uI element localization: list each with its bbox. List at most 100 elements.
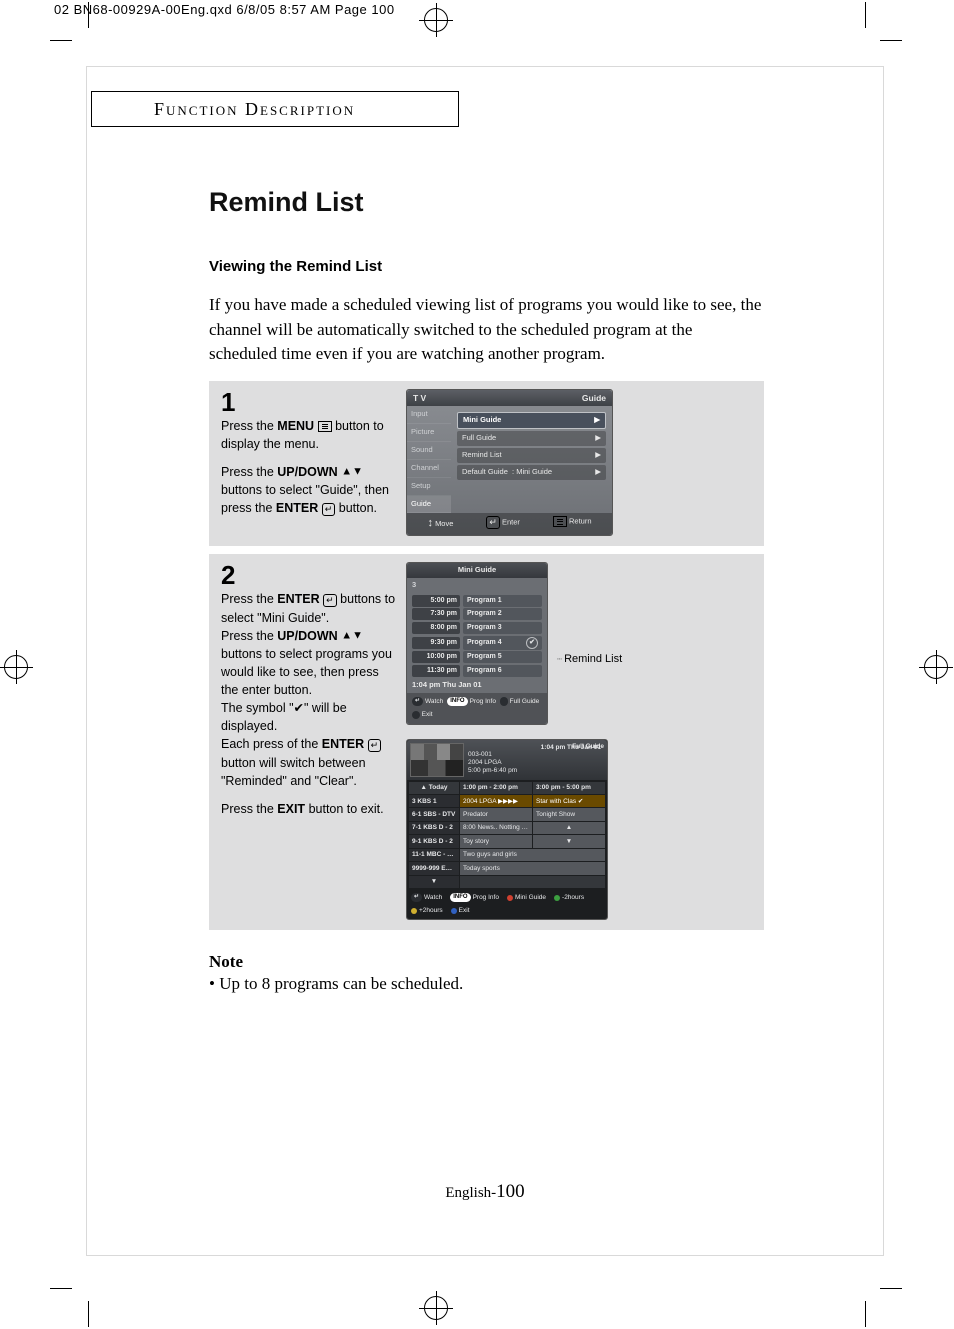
osd-row-label: Mini Guide	[463, 415, 501, 426]
red-dot-icon	[507, 895, 513, 901]
crop-tick	[88, 2, 89, 28]
mini-time: 7:30 pm	[412, 608, 460, 620]
remind-check-icon: ✔	[526, 637, 538, 649]
step-1: 1 Press the MENU button to display the m…	[209, 381, 764, 547]
grid-cell: Predator	[460, 808, 532, 820]
enter-icon: ↵	[411, 893, 422, 902]
page-title: Remind List	[209, 187, 764, 218]
mini-prog: Program 5	[463, 651, 542, 663]
osd-row-label: Full Guide	[462, 433, 496, 444]
grid-cell: ▲	[533, 822, 605, 834]
osd-row: Full Guide ▶	[457, 431, 606, 446]
text: Press the	[221, 419, 277, 433]
osd-main: Mini Guide ▶ Full Guide ▶ Remind List ▶	[451, 406, 612, 513]
note-body: • Up to 8 programs can be scheduled.	[209, 974, 764, 994]
step-2-text: 2 Press the ENTER ↵ buttons to select "M…	[221, 562, 396, 919]
crop-tick	[865, 1301, 866, 1327]
osd-row: Mini Guide ▶	[457, 412, 606, 429]
mini-prog: Program 2	[463, 608, 542, 620]
full-guide-grid: ▲ Today 1:00 pm - 2:00 pm 3:00 pm - 5:00…	[407, 780, 607, 890]
page: 02 BN68-00929A-00Eng.qxd 6/8/05 8:57 AM …	[0, 0, 954, 1329]
info-icon: INFO	[450, 893, 470, 902]
updown-label: UP/DOWN	[277, 465, 337, 479]
preview-thumbnail	[410, 743, 464, 777]
up-down-icon: ▲▼	[341, 466, 363, 478]
grid-header: Today	[429, 784, 448, 791]
mini-now-time: 1:04 pm Thu Jan 01	[412, 680, 542, 691]
page-frame: Function Description Remind List Viewing…	[86, 66, 884, 1256]
grid-cell: Tonight Show	[533, 808, 605, 820]
pill-icon	[500, 697, 508, 706]
osd-sidebar: Input Picture Sound Channel Setup Guide	[407, 406, 451, 513]
mini-time: 11:30 pm	[412, 665, 460, 677]
text: Press the	[221, 802, 277, 816]
full-foot-item: -2hours	[554, 893, 584, 902]
osd-row: Remind List ▶	[457, 448, 606, 463]
yellow-dot-icon	[411, 908, 417, 914]
text: Press the	[221, 465, 277, 479]
step-2: 2 Press the ENTER ↵ buttons to select "M…	[209, 554, 764, 929]
full-foot-item: ↵Watch	[411, 893, 442, 902]
mini-foot-item: Full Guide	[500, 697, 539, 706]
mini-time: 10:00 pm	[412, 651, 460, 663]
osd-foot-label: Return	[569, 517, 592, 526]
grid-channel: 9999-999 EBS - DTV	[409, 862, 459, 874]
check-icon: ✔	[294, 701, 304, 715]
osd-foot-label: Move	[435, 519, 453, 528]
up-down-icon: ▲▼	[341, 629, 363, 641]
subheading: Viewing the Remind List	[209, 258, 764, 275]
enter-icon: ↵	[368, 739, 382, 752]
grid-channel: 3 KBS 1	[409, 795, 459, 807]
enter-label: ENTER	[322, 737, 364, 751]
mini-prog: Program 6	[463, 665, 542, 677]
osd-mini-guide: Mini Guide 3 5:00 pmProgram 1 7:30 pmPro…	[406, 562, 548, 724]
osd-side-item: Picture	[407, 424, 451, 442]
mini-foot-item: ↵Watch	[412, 697, 443, 706]
chevron-right-icon: ▶	[595, 450, 601, 461]
chevron-right-icon: ▶	[595, 433, 601, 444]
mini-prog: Program 3	[463, 622, 542, 634]
enter-label: ENTER	[276, 501, 318, 515]
osd-title-right: Guide	[582, 392, 606, 404]
osd-side-item: Channel	[407, 460, 451, 478]
blue-dot-icon	[451, 908, 457, 914]
remind-list-callout: ··· Remind List	[556, 652, 622, 668]
text: button.	[339, 501, 377, 515]
text: The symbol "	[221, 701, 294, 715]
full-now-time: 1:04 pm Thu Jan 01	[541, 743, 601, 752]
mini-foot-item: Exit	[412, 710, 433, 719]
intro-paragraph: If you have made a scheduled viewing lis…	[209, 293, 764, 367]
osd-title-left: T V	[413, 392, 426, 404]
full-program: 2004 LPGA	[468, 759, 604, 767]
enter-icon: ↵	[323, 594, 337, 607]
note-heading: Note	[209, 952, 764, 972]
enter-icon: ↵	[412, 697, 423, 706]
move-icon: ↕	[427, 517, 433, 529]
osd-foot-label: Enter	[502, 518, 520, 527]
exit-label: EXIT	[277, 802, 305, 816]
mini-time: 9:30 pm	[412, 637, 460, 649]
grid-header: 1:00 pm - 2:00 pm	[460, 782, 532, 794]
grid-cell: 2004 LPGA ▶▶▶▶	[460, 795, 532, 807]
content-column: Remind List Viewing the Remind List If y…	[209, 187, 764, 994]
full-foot-item: Exit	[451, 906, 470, 915]
grid-channel: 7-1 KBS D - 2	[409, 822, 459, 834]
full-foot-item: +2hours	[411, 906, 443, 915]
section-header-label: Function Description	[154, 99, 355, 120]
menu-icon	[318, 421, 332, 432]
osd-side-item: Sound	[407, 442, 451, 460]
osd-row: Default Guide : Mini Guide ▶	[457, 465, 606, 480]
menu-label: MENU	[277, 419, 314, 433]
osd-side-item: Setup	[407, 478, 451, 496]
grid-channel: 11-1 MBC - DTV	[409, 849, 459, 861]
step-2-screenshots: Mini Guide 3 5:00 pmProgram 1 7:30 pmPro…	[406, 562, 752, 919]
mini-prog: Program 1	[463, 595, 542, 607]
green-dot-icon	[554, 895, 560, 901]
grid-cell: Two guys and girls	[460, 849, 605, 861]
grid-cell: Toy story	[460, 835, 532, 847]
enter-icon: ↵	[322, 503, 336, 516]
registration-mark-top	[424, 8, 448, 32]
full-foot-item: Mini Guide	[507, 893, 546, 902]
osd-side-item: Guide	[407, 496, 451, 514]
step-1-number: 1	[221, 389, 396, 415]
